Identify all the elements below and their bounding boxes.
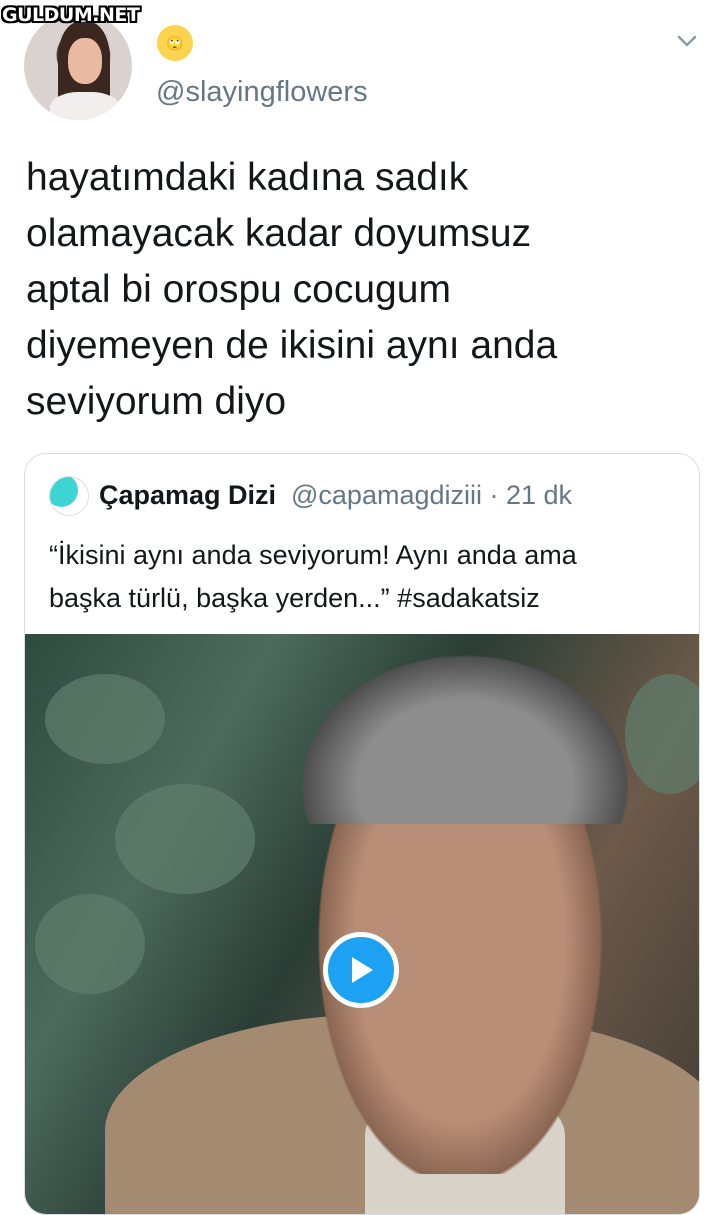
video-thumbnail[interactable] (25, 634, 699, 1214)
quoted-line: başka türlü, başka yerden...” #sadakatsi… (49, 583, 540, 613)
quoted-handle-time: @capamagdiziii · 21 dk (291, 480, 573, 510)
avatar-face (68, 38, 102, 84)
tweet-line: aptal bi orospu cocugum (26, 268, 451, 311)
watermark-logo: GULDUM.NET (2, 4, 140, 26)
chevron-down-icon[interactable] (676, 30, 698, 52)
foliage (115, 784, 255, 894)
avatar[interactable] (24, 12, 132, 120)
author-handle[interactable]: @slayingflowers (156, 76, 368, 109)
foliage (35, 894, 145, 994)
quoted-tweet-card[interactable]: Çapamag Dizi @capamagdiziii · 21 dk “İki… (24, 453, 700, 1215)
quoted-author-name[interactable]: Çapamag Dizi (99, 480, 276, 511)
quoted-line: “İkisini aynı anda seviyorum! Aynı anda … (49, 540, 577, 570)
tweet-line: olamayacak kadar doyumsuz (26, 212, 532, 255)
man-hair (275, 634, 655, 824)
tweet-line: hayatımdaki kadına sadık (26, 156, 469, 199)
tweet-text: hayatımdaki kadına sadık olamayacak kada… (26, 150, 706, 430)
play-triangle-icon (352, 957, 373, 983)
avatar-shirt (50, 92, 120, 120)
foliage (45, 674, 165, 764)
tweet-line: diyemeyen de ikisini aynı anda (26, 324, 558, 367)
play-icon[interactable] (323, 932, 399, 1008)
quoted-text: “İkisini aynı anda seviyorum! Aynı anda … (49, 534, 689, 620)
eye-roll-emoji: 🙄 (157, 25, 193, 61)
tweet-line: seviyorum diyo (26, 380, 287, 423)
quoted-avatar[interactable] (49, 476, 89, 516)
